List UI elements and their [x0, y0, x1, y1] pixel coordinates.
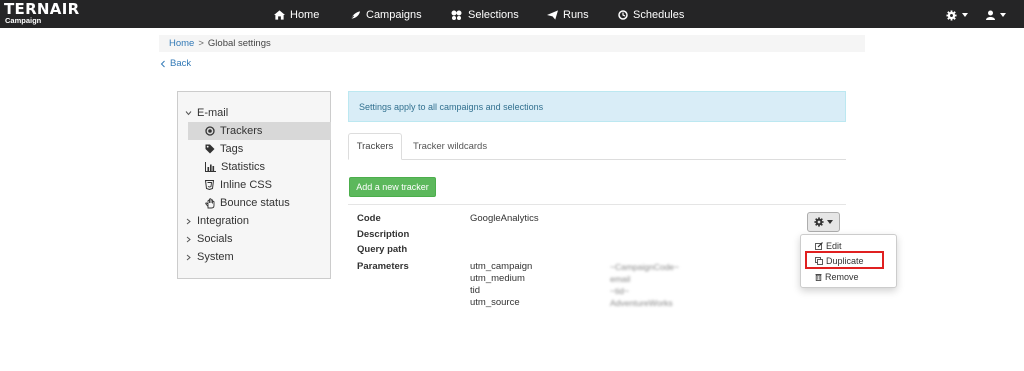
sidebar-group-socials[interactable]: Socials — [185, 230, 232, 248]
nav-campaigns[interactable]: Campaigns — [350, 8, 422, 22]
parameter-value: email — [610, 274, 631, 284]
query-path-label: Query path — [357, 244, 408, 255]
chevron-down-icon — [185, 111, 192, 116]
clock-icon — [618, 10, 628, 20]
trash-icon — [815, 274, 822, 281]
nav-home[interactable]: Home — [274, 8, 319, 22]
css3-icon — [205, 180, 214, 190]
code-value: GoogleAnalytics — [470, 213, 539, 224]
parameter-key: tid — [470, 285, 481, 296]
tab-bar: Trackers Tracker wildcards — [348, 133, 846, 160]
nav-home-label: Home — [290, 9, 320, 21]
user-icon — [986, 10, 995, 20]
brand-subtitle: Campaign — [5, 16, 42, 25]
sidebar-group-label: System — [197, 251, 234, 263]
nav-schedules-label: Schedules — [633, 9, 685, 21]
tracker-actions-menu: Edit Duplicate Remove — [800, 234, 897, 288]
selections-icon — [451, 10, 462, 20]
breadcrumb: Home > Global settings — [159, 35, 865, 52]
chevron-down-icon — [962, 13, 968, 17]
dot-circle-icon — [205, 126, 215, 136]
parameter-value: ~CampaignCode~ — [610, 262, 679, 272]
chevron-right-icon — [186, 218, 191, 224]
sidebar-group-email[interactable]: E-mail — [185, 104, 228, 122]
divider — [348, 204, 846, 205]
nav-schedules[interactable]: Schedules — [618, 8, 684, 22]
breadcrumb-current: Global settings — [207, 38, 271, 49]
gear-icon — [946, 9, 957, 21]
parameter-key: utm_medium — [470, 273, 525, 284]
nav-campaigns-label: Campaigns — [366, 9, 422, 21]
settings-sidebar: E-mail Trackers Tags Statistics Inline C… — [177, 91, 331, 279]
sidebar-item-statistics[interactable]: Statistics — [205, 158, 265, 176]
sidebar-item-label: Inline CSS — [220, 179, 272, 191]
back-link-label: Back — [170, 58, 192, 69]
parameters-label: Parameters — [357, 261, 409, 272]
bar-chart-icon — [205, 162, 216, 172]
menu-item-label: Edit — [826, 241, 842, 251]
parameter-value: AdventureWorks — [610, 298, 673, 308]
sidebar-item-label: Statistics — [221, 161, 266, 173]
gear-icon — [814, 217, 824, 227]
back-link[interactable]: Back — [160, 58, 191, 69]
paper-plane-icon — [547, 10, 558, 20]
nav-runs[interactable]: Runs — [547, 8, 589, 22]
sidebar-item-label: Tags — [220, 143, 244, 155]
menu-item-label: Remove — [825, 272, 859, 282]
brand-name: TERNAIR — [4, 0, 80, 18]
info-alert: Settings apply to all campaigns and sele… — [348, 91, 846, 122]
add-tracker-button[interactable]: Add a new tracker — [349, 177, 436, 197]
top-navbar: TERNAIR Campaign Home Campaigns Selectio… — [0, 0, 1024, 28]
settings-menu[interactable] — [946, 8, 968, 22]
chevron-down-icon — [827, 220, 833, 224]
edit-icon — [815, 242, 823, 250]
menu-item-remove[interactable]: Remove — [815, 271, 859, 283]
hand-icon — [205, 197, 215, 208]
duplicate-highlight-box — [805, 251, 884, 269]
sidebar-group-integration[interactable]: Integration — [185, 212, 249, 230]
home-icon — [274, 10, 285, 20]
parameter-value: ~tid~ — [610, 286, 629, 296]
code-label: Code — [357, 213, 381, 224]
sidebar-group-label: Integration — [197, 215, 249, 227]
description-label: Description — [357, 229, 410, 240]
brand-logo[interactable]: TERNAIR Campaign — [4, 2, 79, 25]
sidebar-item-label: Trackers — [220, 125, 263, 137]
nav-selections-label: Selections — [468, 9, 519, 21]
sidebar-item-label: Bounce status — [220, 197, 290, 209]
chevron-down-icon — [1000, 13, 1006, 17]
user-menu[interactable] — [986, 8, 1006, 22]
chevron-right-icon — [186, 236, 191, 242]
parameter-key: utm_source — [470, 297, 520, 308]
tab-trackers[interactable]: Trackers — [348, 133, 402, 160]
campaigns-icon — [350, 11, 361, 19]
breadcrumb-separator: > — [198, 38, 204, 49]
breadcrumb-home[interactable]: Home — [169, 38, 194, 49]
sidebar-group-label: Socials — [197, 233, 233, 245]
sidebar-item-trackers[interactable]: Trackers — [205, 122, 262, 140]
sidebar-group-label: E-mail — [197, 107, 229, 119]
sidebar-item-tags[interactable]: Tags — [205, 140, 243, 158]
sidebar-group-system[interactable]: System — [185, 248, 234, 266]
sidebar-item-inline-css[interactable]: Inline CSS — [205, 176, 272, 194]
tab-tracker-wildcards[interactable]: Tracker wildcards — [413, 133, 487, 160]
nav-selections[interactable]: Selections — [450, 8, 519, 22]
tag-icon — [205, 144, 215, 154]
chevron-right-icon — [186, 254, 191, 260]
chevron-left-icon — [160, 60, 165, 67]
parameter-key: utm_campaign — [470, 261, 533, 272]
sidebar-item-bounce-status[interactable]: Bounce status — [205, 194, 290, 212]
nav-runs-label: Runs — [563, 9, 589, 21]
tracker-actions-button[interactable] — [807, 212, 840, 232]
